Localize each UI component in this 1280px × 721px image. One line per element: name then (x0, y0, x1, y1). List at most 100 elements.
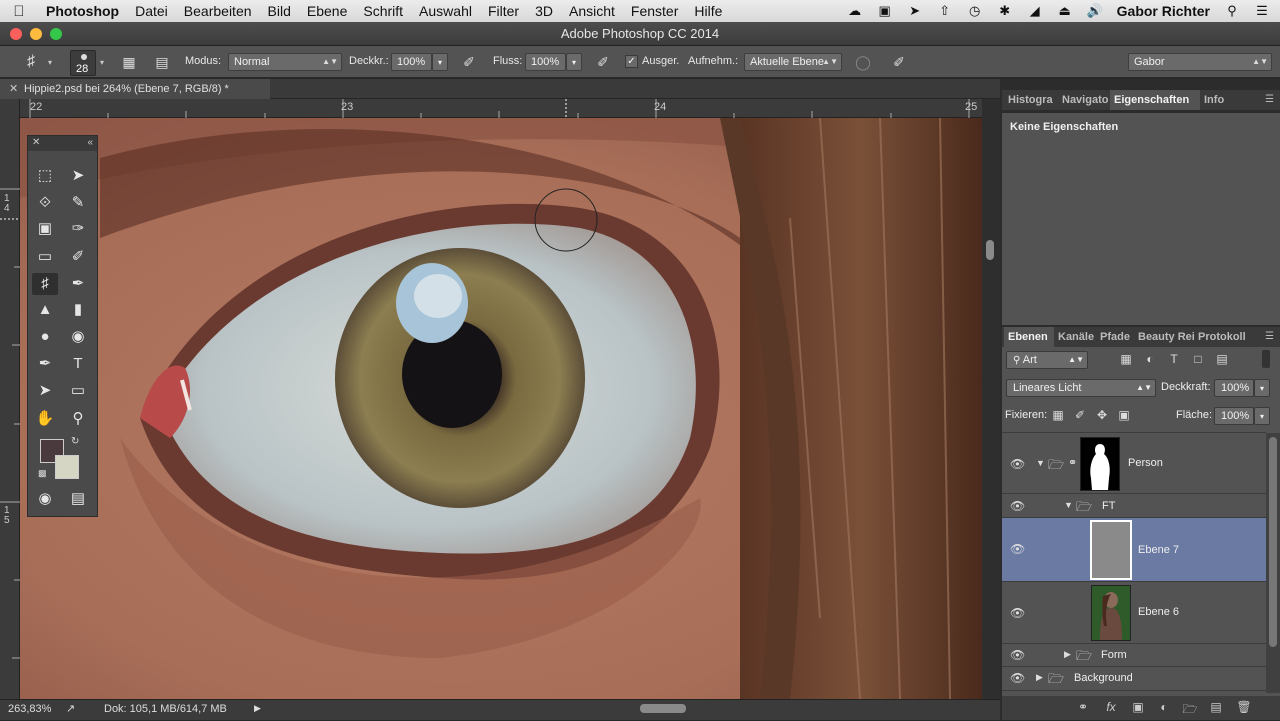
delete-layer-icon[interactable]: 🗑 (1235, 700, 1253, 714)
vertical-ruler[interactable]: 1 4 1 5 (0, 99, 20, 699)
tab-navigator[interactable]: Navigato (1058, 90, 1110, 110)
tab-beauty-retouch[interactable]: Beauty Rei (1134, 327, 1194, 347)
menu-hilfe[interactable]: Hilfe (686, 3, 730, 19)
menu-fenster[interactable]: Fenster (623, 3, 686, 19)
flow-input[interactable]: 100% (525, 53, 566, 71)
visibility-eye-icon[interactable]: 👁 (1010, 542, 1025, 556)
menu-3d[interactable]: 3D (527, 3, 561, 19)
mask-link-icon[interactable]: ⚭ (1068, 456, 1077, 469)
camera-icon[interactable]: ▣ (877, 3, 893, 19)
brush-panel-icon[interactable]: ▦ (120, 53, 138, 71)
screen-mode-icon[interactable]: ▤ (65, 488, 91, 510)
lock-all-icon[interactable]: ▣ (1116, 408, 1132, 422)
tab-channels[interactable]: Kanäle (1054, 327, 1096, 347)
zoom-window-button[interactable] (50, 28, 62, 40)
visibility-eye-icon[interactable]: 👁 (1010, 648, 1025, 662)
bluetooth-icon[interactable]: ✱ (997, 3, 1013, 19)
tab-history[interactable]: Protokoll (1194, 327, 1252, 347)
layer-opacity-input[interactable]: 100% (1214, 379, 1254, 397)
gradient-tool-icon[interactable]: ▮ (65, 299, 91, 321)
dodge-tool-icon[interactable]: ◉ (65, 326, 91, 348)
tab-info[interactable]: Info (1200, 90, 1240, 110)
tab-paths[interactable]: Pfade (1096, 327, 1134, 347)
collapse-panel-icon[interactable]: « (87, 137, 93, 148)
default-colors-icon[interactable]: ▩ (38, 468, 47, 479)
blend-mode-select[interactable]: Lineares Licht ▲▼ (1006, 379, 1156, 397)
airbrush-icon[interactable]: ✐ (594, 53, 612, 71)
visibility-eye-icon[interactable]: 👁 (1010, 671, 1025, 685)
eraser-tool-icon[interactable]: ▲ (32, 299, 58, 321)
tab-properties[interactable]: Eigenschaften (1110, 90, 1200, 110)
volume-icon[interactable]: 🔊 (1087, 3, 1103, 19)
move-tool-icon[interactable]: ➤ (65, 165, 91, 187)
cloud-icon[interactable]: ☁ (847, 3, 863, 19)
layer-mask-thumbnail[interactable] (1080, 437, 1120, 491)
background-color-swatch[interactable] (55, 455, 79, 479)
zoom-level[interactable]: 263,83% (8, 703, 51, 715)
user-name[interactable]: Gabor Richter (1117, 3, 1210, 19)
layer-row-person[interactable]: 👁 ▼ 🗁 ⚭ Person (1002, 432, 1266, 494)
visibility-eye-icon[interactable]: 👁 (1010, 499, 1025, 513)
panel-menu-icon[interactable]: ☰ (1265, 331, 1274, 342)
tools-panel-header[interactable]: ✕ « (28, 136, 97, 151)
filter-shape-layers-icon[interactable]: □ (1190, 352, 1206, 366)
layer-row-form[interactable]: 👁 ▶ 🗁 Form (1002, 644, 1266, 667)
filter-type-layers-icon[interactable]: T (1166, 352, 1182, 366)
menu-filter[interactable]: Filter (480, 3, 527, 19)
crop-tool-icon[interactable]: ▣ (32, 218, 58, 240)
fill-dropdown[interactable]: ▾ (1254, 407, 1270, 425)
fill-input[interactable]: 100% (1214, 407, 1254, 425)
layer-row-background[interactable]: 👁 ▶ 🗁 Background (1002, 667, 1266, 691)
expand-group-icon[interactable]: ▼ (1064, 500, 1073, 510)
healing-brush-tool-icon[interactable]: ▭ (32, 246, 58, 268)
opacity-dropdown-button[interactable]: ▾ (432, 53, 448, 71)
filter-adjustment-layers-icon[interactable]: ◐ (1142, 352, 1158, 366)
status-menu-arrow-icon[interactable]: ▶ (254, 703, 261, 714)
layer-row-ft[interactable]: 👁 ▼ 🗁 FT (1002, 494, 1266, 518)
document-tab[interactable]: ✕ Hippie2.psd bei 264% (Ebene 7, RGB/8) … (0, 79, 270, 99)
layer-filter-select[interactable]: ⚲ Art ▲▼ (1006, 351, 1088, 369)
type-tool-icon[interactable]: T (65, 353, 91, 375)
pen-tool-icon[interactable]: ✒ (32, 353, 58, 375)
ignore-adjustment-layers-icon[interactable]: ◯ (854, 53, 872, 71)
pressure-size-icon[interactable]: ✐ (890, 53, 908, 71)
blur-tool-icon[interactable]: ● (32, 326, 58, 348)
sample-select[interactable]: Aktuelle Ebene ▲▼ (744, 53, 842, 71)
clone-stamp-preset-icon[interactable]: ♯ (22, 53, 40, 71)
link-layers-icon[interactable]: ⚭ (1074, 700, 1092, 714)
menu-auswahl[interactable]: Auswahl (411, 3, 480, 19)
history-brush-tool-icon[interactable]: ✒ (65, 273, 91, 295)
rectangle-tool-icon[interactable]: ▭ (65, 380, 91, 402)
canvas-horizontal-scroll-thumb[interactable] (640, 704, 686, 713)
expand-group-icon[interactable]: ▼ (1036, 458, 1045, 468)
rectangular-marquee-tool-icon[interactable]: ⬚ (32, 165, 58, 187)
layer-opacity-dropdown[interactable]: ▾ (1254, 379, 1270, 397)
export-icon[interactable]: ↗ (66, 702, 75, 715)
path-selection-tool-icon[interactable]: ➤ (32, 380, 58, 402)
menu-datei[interactable]: Datei (127, 3, 176, 19)
menu-bearbeiten[interactable]: Bearbeiten (176, 3, 260, 19)
collapse-group-icon[interactable]: ▶ (1064, 649, 1071, 660)
lock-pixels-icon[interactable]: ✐ (1072, 408, 1088, 422)
quick-selection-tool-icon[interactable]: ✎ (65, 192, 91, 214)
new-adjustment-layer-icon[interactable]: ◐ (1155, 700, 1173, 714)
new-group-icon[interactable]: 🗁 (1181, 700, 1199, 721)
notification-list-icon[interactable]: ☰ (1254, 3, 1270, 19)
eject-icon[interactable]: ⏏ (1057, 3, 1073, 19)
eyedropper-tool-icon[interactable]: ✑ (65, 218, 91, 240)
panel-menu-icon[interactable]: ☰ (1265, 94, 1274, 105)
flow-dropdown-button[interactable]: ▾ (566, 53, 582, 71)
brush-dropdown-arrow-icon[interactable]: ▾ (100, 58, 104, 67)
new-layer-icon[interactable]: ▤ (1207, 700, 1225, 714)
layer-row-ebene-6[interactable]: 👁 Ebene 6 (1002, 582, 1266, 644)
layer-row-ebene-7[interactable]: 👁 Ebene 7 (1002, 518, 1266, 582)
wifi-icon[interactable]: ◢ (1027, 3, 1043, 19)
opacity-input[interactable]: 100% (391, 53, 432, 71)
pressure-opacity-icon[interactable]: ✐ (460, 53, 478, 71)
close-document-icon[interactable]: ✕ (9, 79, 18, 99)
hand-tool-icon[interactable]: ✋ (32, 408, 58, 430)
quick-mask-icon[interactable]: ◉ (32, 488, 58, 510)
visibility-eye-icon[interactable]: 👁 (1010, 606, 1025, 620)
layers-scroll-thumb[interactable] (1269, 437, 1277, 647)
mode-select[interactable]: Normal ▲▼ (228, 53, 342, 71)
